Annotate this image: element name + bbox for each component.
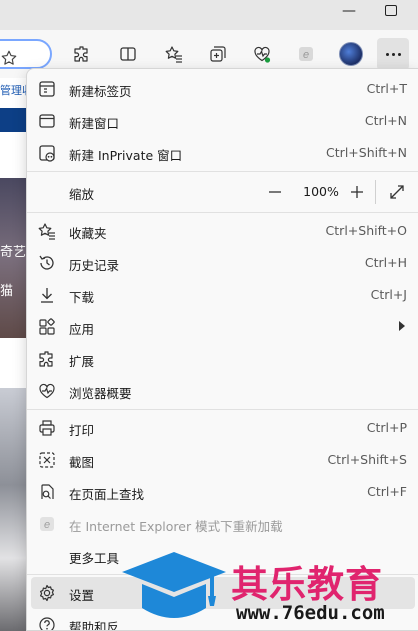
menu-divider (27, 171, 418, 172)
internet-explorer-icon[interactable]: e (294, 42, 318, 66)
watermark: 其乐教育 www.76edu.com (118, 550, 418, 631)
zoom-level: 100% (303, 184, 339, 199)
profile-avatar[interactable] (339, 42, 363, 66)
zoom-in-button[interactable] (349, 184, 365, 200)
menu-item-shortcut: Ctrl+H (364, 255, 407, 270)
new-window-icon (37, 111, 57, 131)
fullscreen-icon[interactable] (389, 184, 405, 200)
extensions-icon (37, 349, 57, 369)
bg-caption: 猫 (0, 284, 14, 299)
extensions-icon[interactable] (70, 42, 94, 66)
menu-item-label: 缩放 (69, 187, 95, 202)
address-bar[interactable] (0, 39, 52, 69)
menu-item-ie-mode[interactable]: e 在 Internet Explorer 模式下重新加载 (31, 508, 415, 540)
menu-item-label: 历史记录 (69, 258, 120, 273)
menu-item-extensions[interactable]: 扩展 (31, 343, 415, 375)
menu-item-zoom: 缩放 100% (31, 176, 415, 208)
find-on-page-icon (37, 482, 57, 502)
gear-icon (37, 583, 57, 603)
menu-item-shortcut: Ctrl+N (364, 113, 407, 128)
split-screen-icon[interactable] (116, 42, 140, 66)
zoom-divider (375, 180, 376, 204)
favorites-icon[interactable] (162, 42, 186, 66)
menu-item-favorites[interactable]: 收藏夹 Ctrl+Shift+O (31, 215, 415, 247)
collections-icon[interactable] (206, 42, 230, 66)
menu-item-find[interactable]: 在页面上查找 Ctrl+F (31, 476, 415, 508)
menu-item-apps[interactable]: 应用 (31, 311, 415, 343)
menu-item-new-window[interactable]: 新建窗口 Ctrl+N (31, 105, 415, 137)
menu-item-label: 新建窗口 (69, 116, 120, 131)
menu-item-shortcut: Ctrl+Shift+S (327, 452, 407, 467)
download-icon (37, 285, 57, 305)
browser-essentials-icon[interactable] (250, 42, 274, 66)
menu-item-label: 帮助和反 (69, 620, 120, 631)
menu-item-label: 在 Internet Explorer 模式下重新加载 (69, 519, 283, 534)
menu-item-new-tab[interactable]: 新建标签页 Ctrl+T (31, 73, 415, 105)
new-tab-icon (37, 79, 57, 99)
minimize-button[interactable]: — (338, 4, 360, 20)
menu-item-shortcut: Ctrl+F (367, 484, 407, 499)
menu-divider (27, 212, 418, 213)
menu-item-label: 收藏夹 (69, 226, 107, 241)
menu-item-label: 新建 InPrivate 窗口 (69, 148, 183, 163)
browser-essentials-icon (37, 381, 57, 401)
svg-text:e: e (44, 519, 50, 531)
menu-item-shortcut: Ctrl+T (366, 81, 407, 96)
menu-item-label: 应用 (69, 322, 95, 337)
menu-item-shortcut: Ctrl+P (366, 420, 407, 435)
menu-item-shortcut: Ctrl+J (370, 287, 407, 302)
settings-and-more-menu: 新建标签页 Ctrl+T 新建窗口 Ctrl+N 新建 InPrivate 窗口… (26, 68, 418, 631)
maximize-button[interactable] (385, 5, 397, 16)
bg-caption: 奇艺 (0, 245, 27, 260)
watermark-brand: 其乐教育 (231, 563, 383, 606)
help-icon (37, 615, 57, 630)
menu-item-label: 更多工具 (69, 551, 120, 566)
menu-item-print[interactable]: 打印 Ctrl+P (31, 412, 415, 444)
screenshot-icon (37, 450, 57, 470)
more-icon (385, 52, 401, 56)
star-icon[interactable] (0, 49, 18, 67)
menu-item-downloads[interactable]: 下载 Ctrl+J (31, 279, 415, 311)
menu-item-label: 新建标签页 (69, 84, 132, 99)
svg-text:e: e (303, 49, 309, 61)
menu-item-new-inprivate[interactable]: 新建 InPrivate 窗口 Ctrl+Shift+N (31, 137, 415, 169)
menu-item-label: 浏览器概要 (69, 386, 132, 401)
menu-item-label: 在页面上查找 (69, 487, 145, 502)
zoom-out-button[interactable] (267, 184, 283, 200)
internet-explorer-icon: e (37, 514, 57, 534)
menu-item-browser-essentials[interactable]: 浏览器概要 (31, 375, 415, 407)
chevron-right-icon (399, 321, 405, 331)
menu-item-screenshot[interactable]: 截图 Ctrl+Shift+S (31, 444, 415, 476)
menu-item-label: 打印 (69, 423, 95, 438)
menu-item-label: 扩展 (69, 354, 95, 369)
favorites-icon (37, 221, 57, 241)
menu-item-label: 截图 (69, 455, 95, 470)
title-bar: — (0, 0, 418, 30)
menu-divider (27, 409, 418, 410)
print-icon (37, 418, 57, 438)
history-icon (37, 253, 57, 273)
graduation-cap-logo (122, 552, 226, 618)
watermark-url: www.76edu.com (236, 602, 385, 624)
more-button[interactable] (377, 38, 409, 70)
inprivate-icon (37, 143, 57, 163)
menu-item-shortcut: Ctrl+Shift+N (326, 145, 407, 160)
menu-item-shortcut: Ctrl+Shift+O (325, 223, 407, 238)
apps-icon (37, 317, 57, 337)
menu-item-history[interactable]: 历史记录 Ctrl+H (31, 247, 415, 279)
menu-item-label: 设置 (69, 588, 95, 603)
menu-item-label: 下载 (69, 290, 95, 305)
